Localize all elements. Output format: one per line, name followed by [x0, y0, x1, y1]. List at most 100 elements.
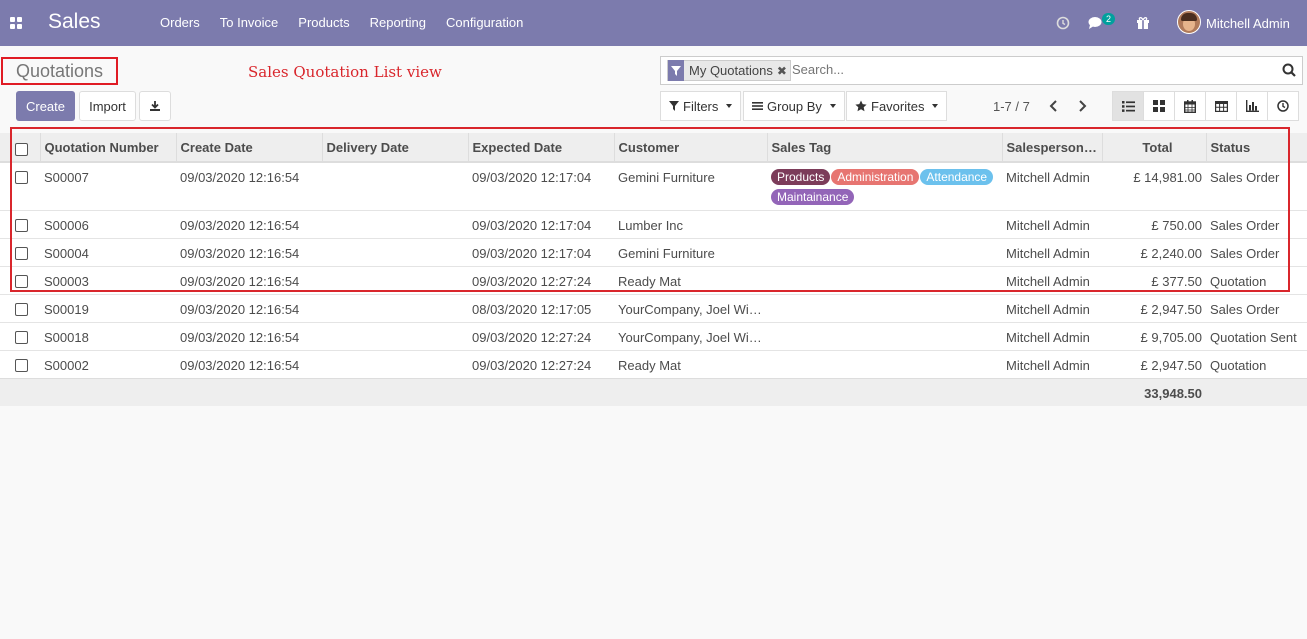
row-checkbox[interactable]	[15, 274, 28, 288]
search-bar[interactable]: My Quotations ✖	[660, 56, 1303, 85]
list-view-button[interactable]	[1112, 91, 1144, 121]
user-avatar[interactable]	[1177, 10, 1201, 34]
row-checkbox[interactable]	[15, 302, 28, 316]
cell-customer: Lumber Inc	[614, 209, 767, 238]
search-input[interactable]	[792, 62, 1262, 77]
cell-sales-tags: Products Administration Attendance Maintain…	[767, 161, 1002, 210]
cell-salesperson: Mitchell Admin	[1002, 349, 1102, 378]
column-header[interactable]: Sales Tag	[766, 133, 1002, 163]
column-header[interactable]: Salesperson…	[1001, 133, 1102, 163]
cell-total: £ 2,947.50	[1102, 293, 1206, 322]
cell-salesperson: Mitchell Admin	[1002, 265, 1102, 294]
menu-to-invoice[interactable]: To Invoice	[210, 15, 289, 30]
cell-sales-tags	[767, 321, 1002, 350]
table-row[interactable]: S00003 09/03/2020 12:16:54 09/03/2020 12:2…	[0, 265, 1307, 294]
table-row[interactable]: S00007 09/03/2020 12:16:54 09/03/2020 12:1…	[0, 161, 1307, 210]
cell-status: Sales Order	[1206, 293, 1307, 322]
column-header[interactable]: Quotation Number	[39, 133, 176, 163]
annotation-text: Sales Quotation List view	[248, 63, 442, 81]
kanban-view-button[interactable]	[1143, 91, 1175, 121]
column-header[interactable]: Expected Date	[467, 133, 614, 163]
column-header[interactable]: Total	[1101, 133, 1206, 163]
cell-number: S00018	[40, 321, 176, 350]
cell-status: Sales Order	[1206, 237, 1307, 266]
quotation-list: Quotation Number Create Date Delivery Da…	[0, 133, 1307, 406]
calendar-view-button[interactable]	[1174, 91, 1206, 121]
pivot-view-button[interactable]	[1205, 91, 1237, 121]
cell-salesperson: Mitchell Admin	[1002, 321, 1102, 350]
download-button[interactable]	[139, 91, 171, 121]
cell-total: £ 2,240.00	[1102, 237, 1206, 266]
menu-reporting[interactable]: Reporting	[360, 15, 436, 30]
cell-create-date: 09/03/2020 12:16:54	[176, 161, 322, 210]
row-checkbox[interactable]	[15, 330, 28, 344]
row-checkbox[interactable]	[15, 358, 28, 372]
activity-clock-icon[interactable]	[1055, 15, 1071, 31]
table-row[interactable]: S00006 09/03/2020 12:16:54 09/03/2020 12:1…	[0, 209, 1307, 238]
filters-dropdown[interactable]: Filters	[660, 91, 742, 121]
table-row[interactable]: S00004 09/03/2020 12:16:54 09/03/2020 12:1…	[0, 237, 1307, 266]
cell-expected-date: 09/03/2020 12:17:04	[468, 161, 614, 210]
graph-view-button[interactable]	[1236, 91, 1268, 121]
checkbox	[0, 209, 40, 238]
cell-customer: Gemini Furniture	[614, 237, 767, 266]
menu-products[interactable]: Products	[288, 15, 359, 30]
cell-expected-date: 09/03/2020 12:17:04	[468, 209, 614, 238]
row-checkbox[interactable]	[15, 171, 28, 184]
user-menu-name[interactable]: Mitchell Admin	[1206, 16, 1290, 31]
groupby-dropdown[interactable]: Group By	[743, 91, 845, 121]
row-checkbox[interactable]	[15, 218, 28, 232]
column-header[interactable]: Customer	[613, 133, 767, 163]
select-all-checkbox-cell	[0, 133, 40, 163]
cell-number: S00007	[40, 161, 176, 210]
cell-total: £ 9,705.00	[1102, 321, 1206, 350]
page-title: Quotations	[16, 61, 104, 81]
search-icon[interactable]	[1282, 63, 1296, 80]
chat-count-badge: 2	[1102, 13, 1116, 25]
cell-sales-tags	[767, 349, 1002, 378]
cell-create-date: 09/03/2020 12:16:54	[176, 209, 322, 238]
cell-delivery-date	[322, 321, 468, 350]
row-checkbox[interactable]	[15, 246, 28, 260]
table-row[interactable]: S00019 09/03/2020 12:16:54 08/03/2020 12:1…	[0, 293, 1307, 322]
cell-number: S00019	[40, 293, 176, 322]
select-all-checkbox[interactable]	[15, 142, 28, 156]
apps-menu-icon[interactable]	[10, 17, 22, 29]
bar-chart-icon	[1245, 100, 1259, 112]
cell-sales-tags	[767, 265, 1002, 294]
filters-label: Filters	[683, 98, 719, 114]
chevron-left-icon[interactable]	[1047, 98, 1061, 117]
create-button[interactable]: Create	[16, 91, 75, 121]
cell-create-date: 09/03/2020 12:16:54	[176, 237, 322, 266]
cell-status: Sales Order	[1206, 209, 1307, 238]
view-switcher	[1112, 91, 1299, 121]
menu-configuration[interactable]: Configuration	[436, 15, 533, 30]
favorites-dropdown[interactable]: Favorites	[846, 91, 948, 121]
search-facet[interactable]: My Quotations ✖	[667, 60, 791, 81]
activity-view-button[interactable]	[1267, 91, 1299, 121]
column-header[interactable]: Delivery Date	[321, 133, 468, 163]
cell-customer: Ready Mat	[614, 349, 767, 378]
cell-status: Quotation	[1206, 265, 1307, 294]
facet-close-icon[interactable]: ✖	[777, 64, 790, 78]
cell-status: Sales Order	[1206, 161, 1307, 210]
column-header[interactable]: Create Date	[175, 133, 322, 163]
cell-delivery-date	[322, 237, 468, 266]
table-header: Quotation Number Create Date Delivery Da…	[0, 133, 1307, 163]
pager-value[interactable]: 1-7 / 7	[993, 99, 1030, 114]
menu-orders[interactable]: Orders	[150, 15, 210, 30]
checkbox	[0, 265, 40, 294]
table-row[interactable]: S00018 09/03/2020 12:16:54 09/03/2020 12:2…	[0, 321, 1307, 350]
app-brand[interactable]: Sales	[48, 10, 101, 34]
import-button[interactable]: Import	[79, 91, 136, 121]
cell-customer: Gemini Furniture	[614, 161, 767, 210]
chevron-right-icon[interactable]	[1075, 98, 1089, 117]
sales-tag: Products	[771, 169, 831, 185]
checkbox	[0, 321, 40, 350]
table-row[interactable]: S00002 09/03/2020 12:16:54 09/03/2020 12:2…	[0, 349, 1307, 378]
cell-salesperson: Mitchell Admin	[1002, 293, 1102, 322]
cell-delivery-date	[322, 161, 468, 210]
column-header[interactable]: Status	[1205, 133, 1307, 163]
gift-icon[interactable]	[1135, 15, 1151, 31]
facet-label: My Quotations	[689, 63, 773, 78]
